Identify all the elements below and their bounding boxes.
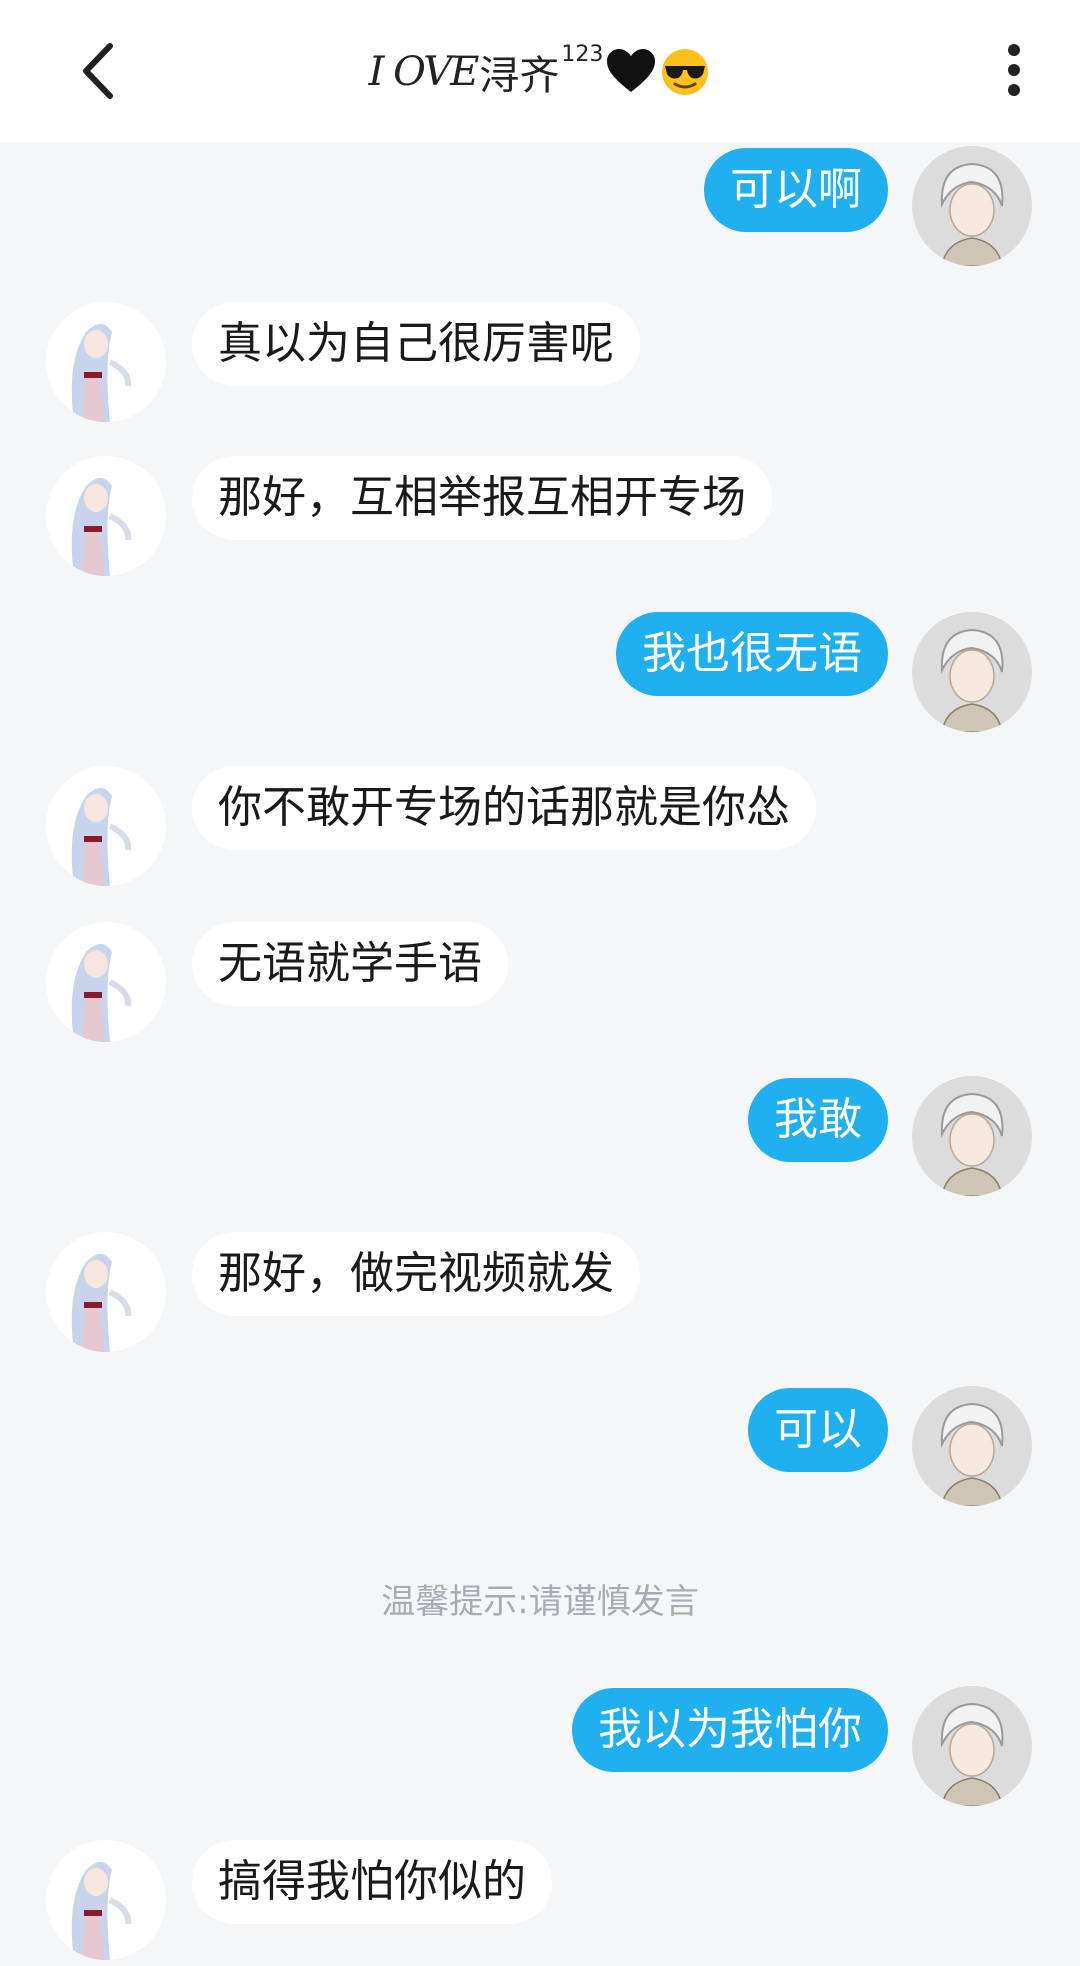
chat-title[interactable]: I OVE 浔齐 123 — [0, 40, 1080, 104]
female-avatar-illustration — [71, 788, 132, 886]
message-bubble-other[interactable]: 搞得我怕你似的 — [192, 1840, 552, 1924]
male-avatar-illustration — [940, 628, 1004, 732]
message-bubble-self[interactable]: 我敢 — [748, 1078, 888, 1162]
male-avatar-illustration — [940, 1402, 1004, 1506]
female-avatar-illustration — [71, 324, 132, 422]
other-avatar[interactable] — [46, 766, 166, 886]
other-avatar[interactable] — [46, 1232, 166, 1352]
female-avatar-illustration — [71, 478, 132, 576]
male-avatar-illustration — [940, 162, 1004, 266]
message-bubble-self[interactable]: 我以为我怕你 — [572, 1688, 888, 1772]
title-superscript: 123 — [561, 41, 604, 67]
female-avatar-illustration — [71, 1254, 132, 1352]
title-script-text: I OVE — [368, 49, 480, 95]
message-bubble-other[interactable]: 你不敢开专场的话那就是你怂 — [192, 766, 816, 850]
other-avatar[interactable] — [46, 922, 166, 1042]
female-avatar-illustration — [71, 1862, 132, 1960]
sunglasses-face-icon — [662, 49, 709, 95]
self-avatar[interactable] — [912, 612, 1032, 732]
message-bubble-self[interactable]: 可以 — [748, 1388, 888, 1472]
message-bubble-other[interactable]: 无语就学手语 — [192, 922, 508, 1006]
more-vertical-icon — [1008, 44, 1020, 96]
black-heart-icon — [607, 49, 656, 92]
message-bubble-other[interactable]: 真以为自己很厉害呢 — [192, 302, 640, 386]
male-avatar-illustration — [940, 1092, 1004, 1196]
self-avatar[interactable] — [912, 146, 1032, 266]
message-bubble-self[interactable]: 我也很无语 — [616, 612, 888, 696]
other-avatar[interactable] — [46, 1840, 166, 1960]
message-bubble-other[interactable]: 那好，互相举报互相开专场 — [192, 456, 772, 540]
female-avatar-illustration — [71, 944, 132, 1042]
message-bubble-self[interactable]: 可以啊 — [704, 148, 888, 232]
system-tip-text: 温馨提示:请谨慎发言 — [381, 1582, 699, 1622]
self-avatar[interactable] — [912, 1076, 1032, 1196]
other-avatar[interactable] — [46, 456, 166, 576]
self-avatar[interactable] — [912, 1386, 1032, 1506]
title-name-text: 浔齐 — [479, 53, 560, 99]
top-bar: I OVE 浔齐 123 — [0, 0, 1080, 142]
self-avatar[interactable] — [912, 1686, 1032, 1806]
other-avatar[interactable] — [46, 302, 166, 422]
male-avatar-illustration — [940, 1702, 1004, 1806]
more-button[interactable] — [990, 40, 1038, 100]
message-bubble-other[interactable]: 那好，做完视频就发 — [192, 1232, 640, 1316]
